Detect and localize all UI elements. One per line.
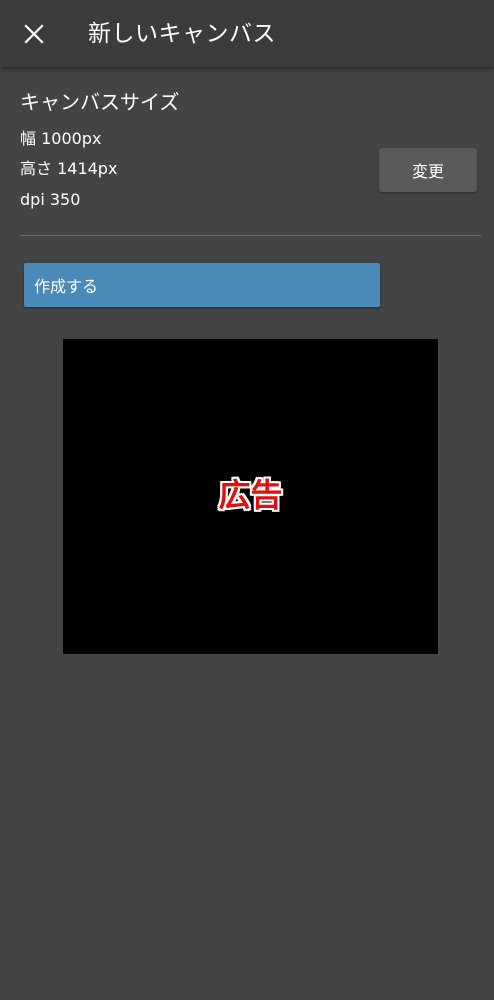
ad-banner[interactable]: 広告: [63, 339, 438, 654]
canvas-width-text: 幅 1000px: [20, 129, 102, 148]
create-button-label: 作成する: [34, 277, 99, 296]
change-size-button[interactable]: 変更: [379, 148, 477, 192]
app-bar: 新しいキャンバス: [0, 0, 494, 67]
canvas-dpi-text: dpi 350: [20, 190, 81, 209]
new-canvas-screen: 新しいキャンバス キャンバスサイズ 幅 1000px 高さ 1414px dpi…: [0, 0, 494, 1000]
page-title: 新しいキャンバス: [88, 21, 276, 47]
close-button[interactable]: [14, 14, 54, 54]
section-divider: [20, 235, 481, 236]
create-button[interactable]: 作成する: [24, 263, 380, 307]
close-icon: [24, 24, 44, 44]
canvas-size-heading: キャンバスサイズ: [20, 90, 180, 114]
ad-label: 広告: [218, 475, 283, 514]
canvas-height-text: 高さ 1414px: [20, 159, 118, 178]
